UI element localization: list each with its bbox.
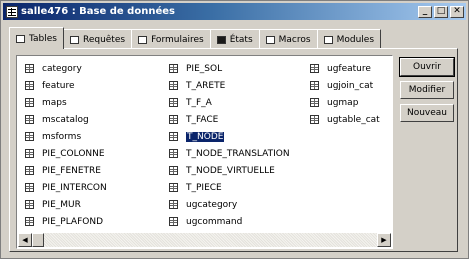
- scroll-thumb[interactable]: [32, 233, 44, 247]
- query-icon: [69, 35, 79, 44]
- list-item[interactable]: T_FACE: [169, 111, 290, 128]
- table-icon: [310, 98, 319, 107]
- list-item[interactable]: ugmap: [310, 94, 380, 111]
- maximize-button[interactable]: □: [434, 5, 448, 18]
- list-item[interactable]: PIE_SOL: [169, 60, 290, 77]
- tab-label: Requêtes: [82, 34, 126, 45]
- table-icon: [169, 217, 178, 226]
- close-button[interactable]: ✕: [450, 5, 464, 18]
- tab-tables[interactable]: Tables: [9, 27, 64, 49]
- list-item[interactable]: ugjoin_cat: [310, 77, 380, 94]
- table-icon: [25, 132, 34, 141]
- table-icon: [169, 98, 178, 107]
- table-icon: [25, 115, 34, 124]
- scroll-track[interactable]: [44, 233, 377, 247]
- list-item[interactable]: T_ARETE: [169, 77, 290, 94]
- database-window: salle476 : Base de données _ □ ✕ Tables …: [0, 0, 469, 259]
- tab-label: Modules: [336, 34, 375, 45]
- list-item[interactable]: feature: [25, 77, 107, 94]
- list-item[interactable]: ugcategory: [169, 196, 290, 213]
- scroll-left-button[interactable]: ◀: [18, 233, 32, 247]
- table-icon: [25, 217, 34, 226]
- tab-label: Macros: [278, 34, 311, 45]
- list-item[interactable]: T_NODE_VIRTUELLE: [169, 162, 290, 179]
- table-icon: [16, 34, 25, 43]
- tab-label: États: [229, 34, 253, 45]
- list-item[interactable]: T_PIECE: [169, 179, 290, 196]
- table-icon: [25, 200, 34, 209]
- table-list-column-1: category feature maps mscatalog msforms …: [25, 60, 107, 230]
- table-list-column-2: PIE_SOL T_ARETE T_F_A T_FACE T_NODE T_NO…: [169, 60, 290, 230]
- open-button[interactable]: Ouvrir: [399, 57, 455, 77]
- tab-modules[interactable]: Modules: [316, 29, 382, 49]
- list-item[interactable]: PIE_COLONNE: [25, 145, 107, 162]
- tab-label: Tables: [29, 33, 57, 44]
- table-icon: [25, 64, 34, 73]
- table-icon: [25, 149, 34, 158]
- macro-icon: [265, 35, 275, 44]
- table-icon: [310, 64, 319, 73]
- table-icon: [169, 183, 178, 192]
- tab-queries[interactable]: Requêtes: [62, 29, 133, 49]
- new-button[interactable]: Nouveau: [400, 104, 454, 122]
- table-icon: [25, 81, 34, 90]
- table-icon: [25, 98, 34, 107]
- list-item[interactable]: PIE_INTERCON: [25, 179, 107, 196]
- list-item[interactable]: ugtable_cat: [310, 111, 380, 128]
- table-icon: [310, 115, 319, 124]
- table-icon: [169, 81, 178, 90]
- table-icon: [25, 183, 34, 192]
- object-tabs: Tables Requêtes Formulaires États Macros…: [9, 27, 382, 49]
- table-icon: [169, 166, 178, 175]
- report-icon: [216, 35, 226, 44]
- title-bar[interactable]: salle476 : Base de données _ □ ✕: [3, 3, 466, 20]
- tab-macros[interactable]: Macros: [258, 29, 318, 49]
- window-controls: _ □ ✕: [416, 5, 464, 18]
- window-title: salle476 : Base de données: [21, 6, 175, 17]
- list-item[interactable]: T_NODE_TRANSLATION: [169, 145, 290, 162]
- scroll-right-button[interactable]: ▶: [377, 233, 391, 247]
- table-icon: [169, 149, 178, 158]
- form-icon: [138, 35, 148, 44]
- database-icon: [6, 5, 18, 18]
- table-icon: [25, 166, 34, 175]
- modify-button[interactable]: Modifier: [400, 81, 454, 99]
- table-list[interactable]: category feature maps mscatalog msforms …: [16, 55, 393, 249]
- table-icon: [169, 132, 178, 141]
- list-item[interactable]: PIE_PLAFOND: [25, 213, 107, 230]
- table-icon: [169, 200, 178, 209]
- list-item[interactable]: category: [25, 60, 107, 77]
- tab-forms[interactable]: Formulaires: [131, 29, 211, 49]
- table-icon: [169, 115, 178, 124]
- minimize-button[interactable]: _: [418, 5, 432, 18]
- list-item[interactable]: T_F_A: [169, 94, 290, 111]
- module-icon: [323, 35, 333, 44]
- table-icon: [169, 64, 178, 73]
- list-item[interactable]: ugfeature: [310, 60, 380, 77]
- list-item[interactable]: mscatalog: [25, 111, 107, 128]
- tab-reports[interactable]: États: [209, 29, 260, 49]
- list-item[interactable]: PIE_FENETRE: [25, 162, 107, 179]
- table-icon: [310, 81, 319, 90]
- list-item[interactable]: ugcommand: [169, 213, 290, 230]
- list-item[interactable]: msforms: [25, 128, 107, 145]
- list-item[interactable]: PIE_MUR: [25, 196, 107, 213]
- horizontal-scrollbar[interactable]: ◀ ▶: [18, 233, 391, 247]
- list-item[interactable]: maps: [25, 94, 107, 111]
- tab-label: Formulaires: [151, 34, 204, 45]
- list-item-selected[interactable]: T_NODE: [169, 128, 290, 145]
- table-list-column-3: ugfeature ugjoin_cat ugmap ugtable_cat: [310, 60, 380, 128]
